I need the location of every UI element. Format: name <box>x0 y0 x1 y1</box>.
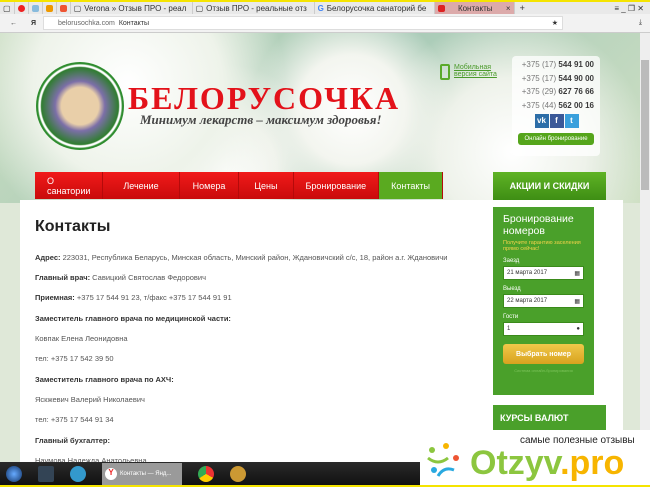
google-icon: G <box>317 3 324 13</box>
reception-row: Приемная: +375 17 544 91 23, т/факс +375… <box>35 293 232 302</box>
deputy-medical-name: Ковпак Елена Леонидовна <box>35 334 128 343</box>
person-icon: ● <box>576 326 580 332</box>
address-bar: ← Я belorusochka.com Контакты ★ ⤓ <box>0 14 650 33</box>
deputy-ahch-name: Яскжевич Валерий Николаевич <box>35 395 145 404</box>
phone-icon <box>440 64 450 80</box>
mobile-label: Мобильная версия сайта <box>454 64 497 78</box>
nav-about[interactable]: О санатории <box>35 172 104 199</box>
accountant-heading: Главный бухгалтер: <box>35 436 111 445</box>
main-nav: О санатории Лечение Номера Цены Брониров… <box>35 172 443 199</box>
tab[interactable]: ▢ Verona » Отзыв ПРО - реал <box>71 2 193 14</box>
otzyv-logo-icon <box>427 443 459 477</box>
booking-widget: Бронирование номеров Получите гарантию з… <box>493 207 594 395</box>
checkin-value: 21 марта 2017 <box>507 270 548 276</box>
currency-title: КУРСЫ ВАЛЮТ <box>500 413 569 423</box>
calendar-icon[interactable]: ▦ <box>574 298 580 305</box>
deputy-ahch-phone: тел: +375 17 544 91 34 <box>35 415 114 424</box>
nav-rooms[interactable]: Номера <box>180 172 240 199</box>
tab-active[interactable]: Контакты × <box>434 2 515 14</box>
page-title: Контакты <box>35 218 111 235</box>
phone: +375 (17) 544 90 00 <box>521 73 594 83</box>
tab[interactable]: G Белорусочка санаторий бе <box>315 2 435 14</box>
new-page-icon[interactable]: ▢ <box>0 2 15 14</box>
url-input[interactable]: belorusochka.com Контакты ★ <box>43 16 563 30</box>
url-domain: belorusochka.com <box>58 19 115 27</box>
star-icon[interactable]: ★ <box>552 19 562 27</box>
online-booking-button[interactable]: Онлайн бронирование <box>518 133 594 145</box>
sales-button[interactable]: АКЦИИ И СКИДКИ <box>493 172 606 200</box>
new-tab-button[interactable]: + <box>515 3 530 13</box>
download-icon[interactable]: ⤓ <box>639 19 642 27</box>
taskbar-browser-item[interactable]: Y Контакты — Янд... <box>102 462 182 485</box>
tab[interactable]: ▢ Отзыв ПРО - реальные отз <box>193 2 315 14</box>
site-icon <box>437 4 445 12</box>
slogan: Минимум лекарств – максимум здоровья! <box>140 112 382 127</box>
back-icon[interactable]: ← <box>10 20 17 27</box>
yandex-browser-icon: Y <box>105 467 117 480</box>
chrome-icon[interactable] <box>198 465 214 482</box>
booking-system-note: Система онлайн-бронирования <box>514 368 573 373</box>
media-player-icon[interactable] <box>70 465 86 482</box>
mobile-version-link[interactable]: Мобильная версия сайта <box>440 64 498 80</box>
scrollbar-thumb[interactable] <box>641 60 649 190</box>
nav-prices[interactable]: Цены <box>239 172 294 199</box>
url-title: Контакты <box>118 19 150 27</box>
yandex-icon[interactable]: Я <box>31 20 36 27</box>
checkin-input[interactable]: 21 марта 2017 ▦ <box>503 266 584 280</box>
chief-doctor-row: Главный врач: Савицкий Святослав Федоров… <box>35 273 207 282</box>
checkout-input[interactable]: 22 марта 2017 ▦ <box>503 294 584 308</box>
tab-label: Verona » Отзыв ПРО - реал <box>84 3 187 13</box>
nav-contacts[interactable]: Контакты <box>379 172 443 199</box>
checkout-label: Выезд <box>503 286 521 292</box>
twitter-icon[interactable]: t <box>564 114 579 128</box>
choose-room-button[interactable]: Выбрать номер <box>503 344 584 364</box>
guests-label: Гости <box>503 314 519 320</box>
nav-treatment[interactable]: Лечение <box>103 172 180 199</box>
tab-label: Контакты <box>457 3 493 13</box>
guests-value: 1 <box>507 326 511 332</box>
sanatorium-logo[interactable] <box>36 62 124 150</box>
checkout-value: 22 марта 2017 <box>507 298 548 304</box>
taskbar-label: Контакты — Янд... <box>120 470 172 477</box>
window-controls[interactable]: ≡ _ ❐ ✕ <box>614 4 650 13</box>
booking-title: Бронирование номеров <box>503 213 574 237</box>
phone: +375 (44) 562 00 16 <box>521 100 594 110</box>
deputy-medical-phone: тел: +375 17 542 39 50 <box>35 354 114 363</box>
tab-bar: ▢ ▢ Verona » Отзыв ПРО - реал ▢ Отзыв ПР… <box>0 0 650 14</box>
nav-booking[interactable]: Бронирование <box>294 172 380 199</box>
deputy-medical-heading: Заместитель главного врача по медицинско… <box>35 314 231 323</box>
contact-box: +375 (17) 544 91 00 +375 (17) 544 90 00 … <box>512 56 600 156</box>
pinned-tab[interactable] <box>57 2 71 14</box>
booking-note: Получите гарантию заселения прямо сейчас… <box>503 240 581 252</box>
deputy-ahch-heading: Заместитель главного врача по АХЧ: <box>35 375 174 384</box>
phone: +375 (29) 627 76 66 <box>521 87 594 96</box>
facebook-icon[interactable]: f <box>549 114 564 128</box>
guests-input[interactable]: 1 ● <box>503 322 584 336</box>
watermark-brand: Otzyv.pro <box>470 444 625 482</box>
pinned-tab[interactable] <box>43 2 57 14</box>
explorer-icon[interactable] <box>38 465 54 482</box>
start-button[interactable] <box>6 465 22 482</box>
pinned-tab[interactable] <box>29 2 43 14</box>
pinned-tab[interactable] <box>15 2 29 14</box>
checkin-label: Заезд <box>503 258 520 264</box>
vk-icon[interactable]: vk <box>534 114 549 128</box>
address-row: Адрес: 223031, Республика Беларусь, Минс… <box>35 253 448 262</box>
tab-label: Отзыв ПРО - реальные отз <box>206 3 307 13</box>
paint-icon[interactable] <box>230 465 246 482</box>
tab-label: Белорусочка санаторий бе <box>326 3 427 13</box>
phone: +375 (17) 544 91 00 <box>521 60 594 69</box>
close-icon[interactable]: × <box>506 4 511 13</box>
calendar-icon[interactable]: ▦ <box>574 270 580 277</box>
